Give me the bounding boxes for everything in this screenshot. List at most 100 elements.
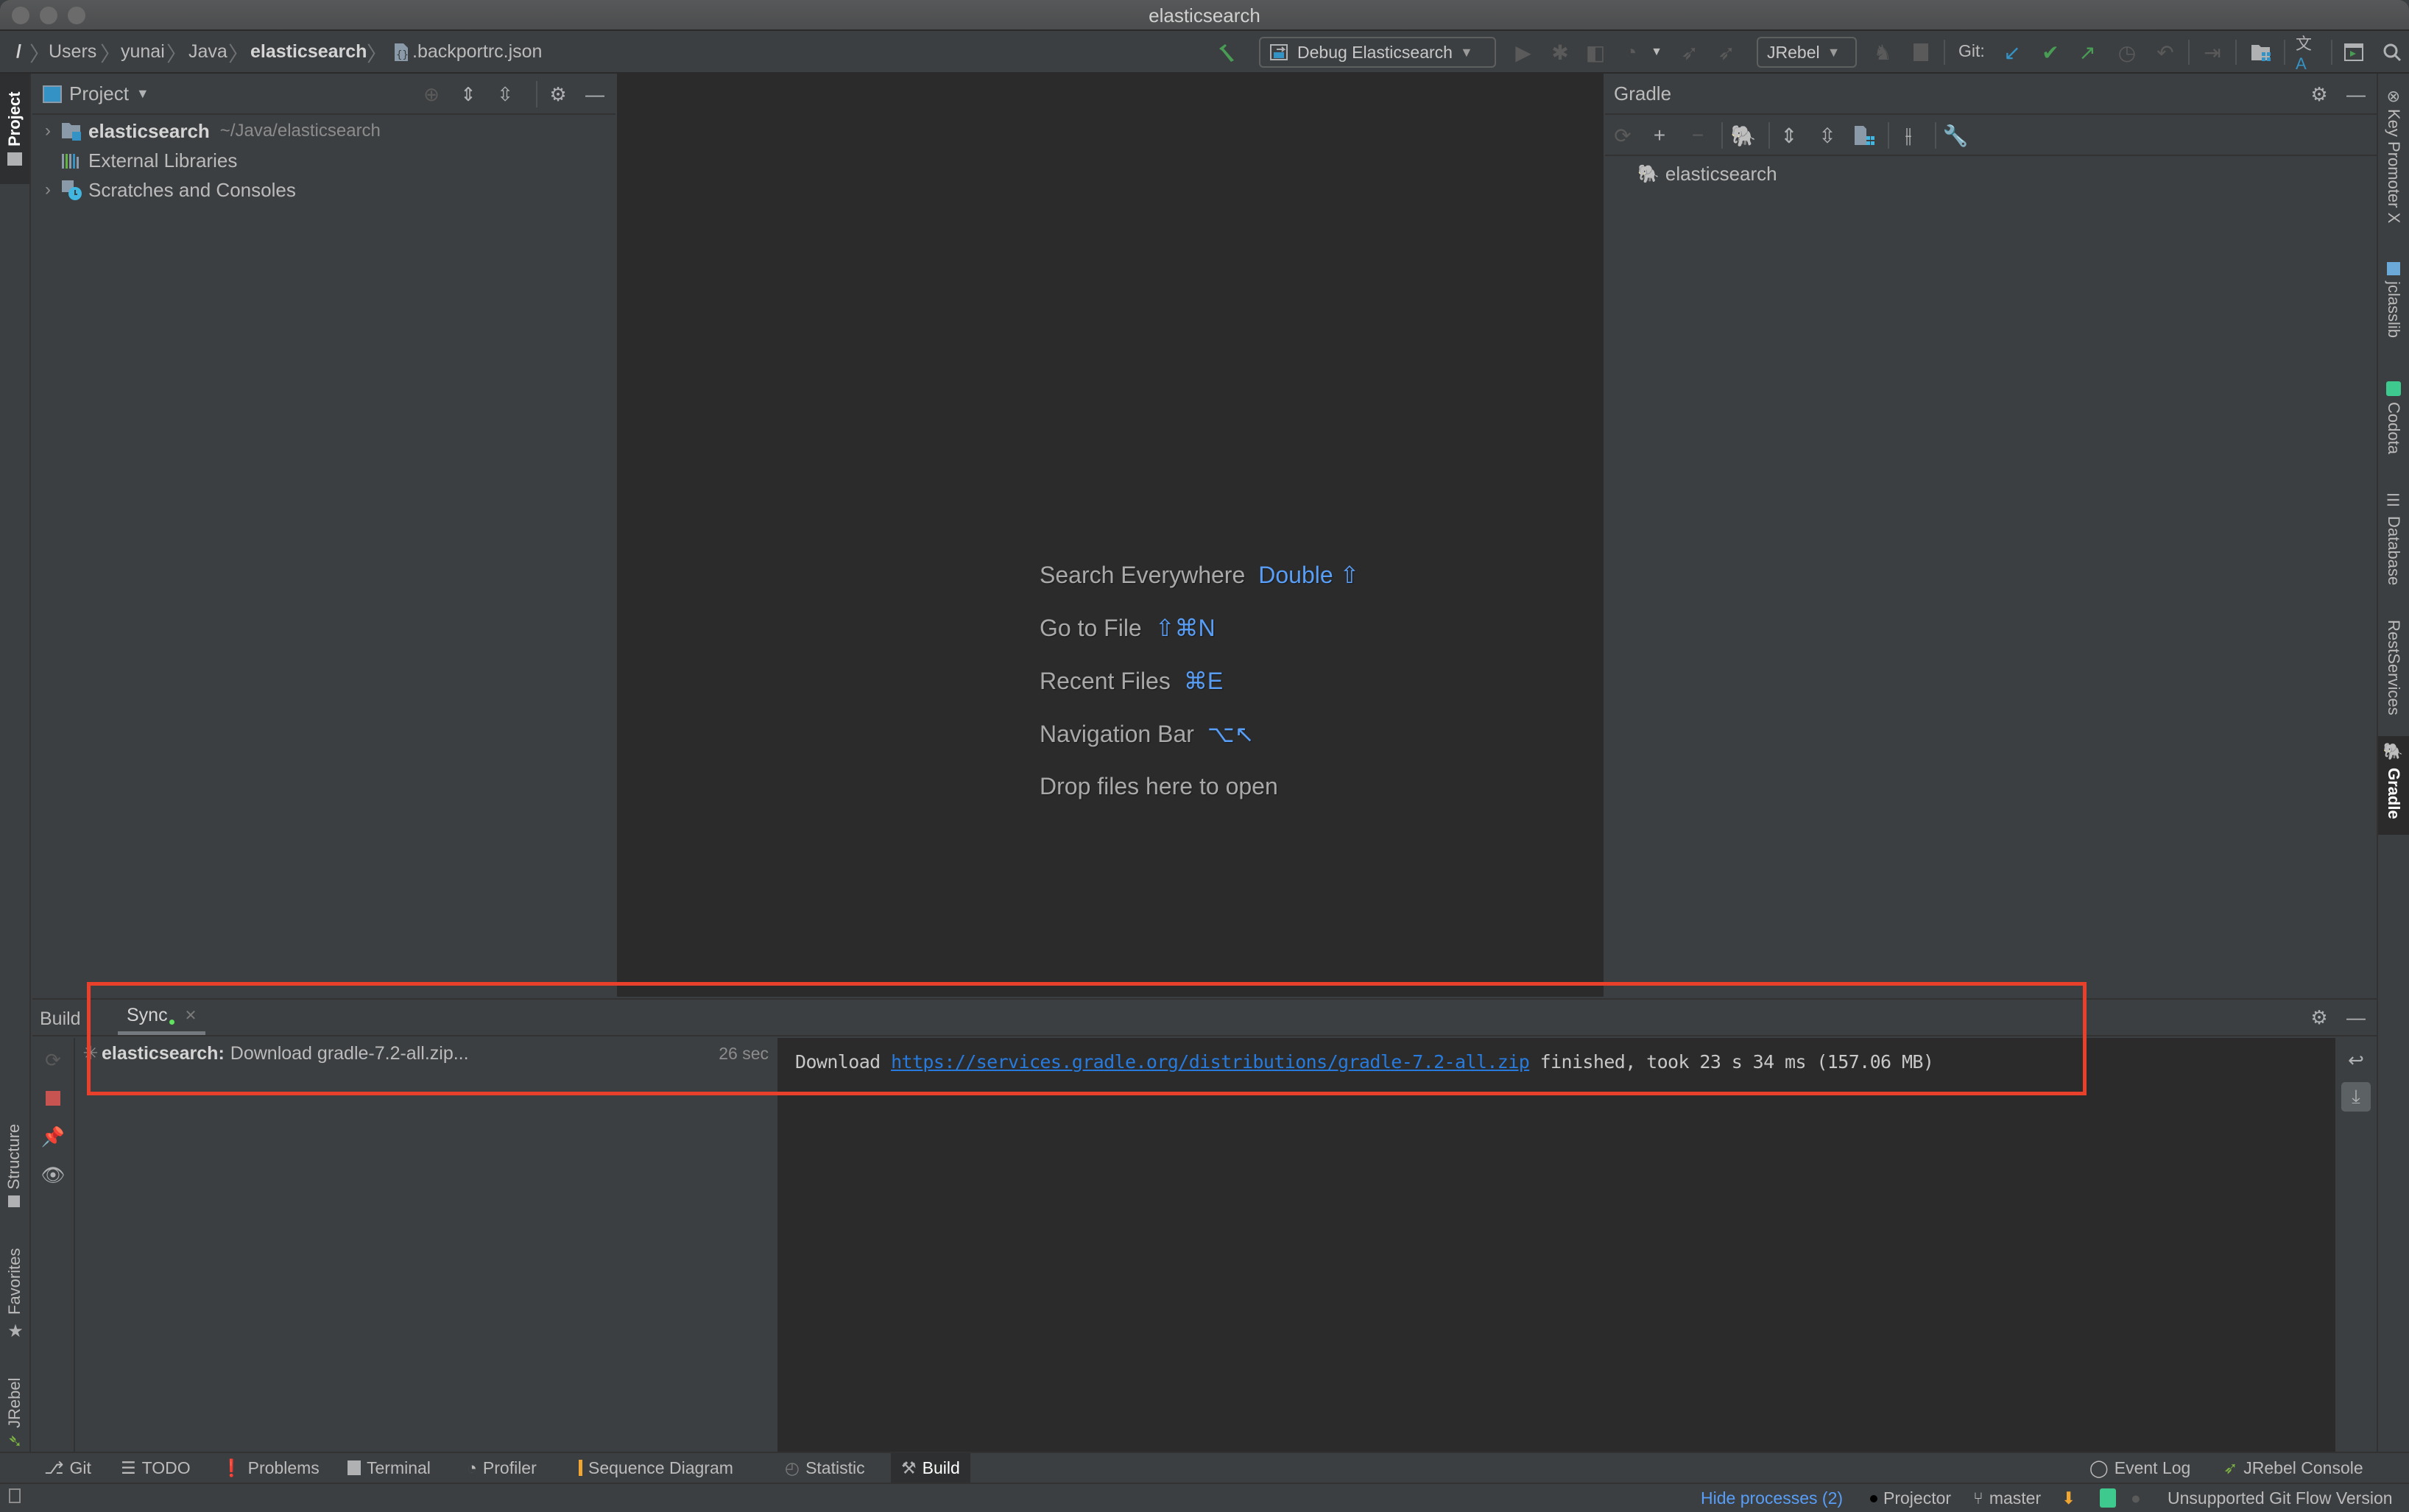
- expand-all-button[interactable]: ⇕: [456, 82, 480, 106]
- run-button[interactable]: ▶: [1511, 40, 1536, 65]
- toggle-tool-windows-button[interactable]: [9, 1488, 21, 1503]
- hide-panel-button[interactable]: —: [583, 82, 607, 106]
- breadcrumb-file[interactable]: {} .backportrc.json: [393, 41, 542, 63]
- build-console-output[interactable]: Download https://services.gradle.org/dis…: [777, 1038, 2372, 1453]
- add-gradle-project-button[interactable]: +: [1646, 122, 1673, 149]
- git-rollback-button[interactable]: ↶: [2153, 40, 2178, 65]
- jrebel-run-button[interactable]: ➶: [1677, 40, 1702, 65]
- reload-gradle-button[interactable]: ⟳: [1609, 122, 1636, 149]
- projector-status[interactable]: Projector: [1870, 1488, 1951, 1508]
- tool-tab-event-log[interactable]: ◯ Event Log: [2084, 1453, 2196, 1483]
- hide-panel-button[interactable]: —: [2344, 1006, 2368, 1029]
- editor-area[interactable]: Search Everywhere Double ⇧ Go to File ⇧⌘N …: [617, 74, 1604, 997]
- locate-file-button[interactable]: ⊕: [420, 82, 443, 106]
- stripe-tab-jrebel[interactable]: ➶ JRebel: [4, 1353, 25, 1449]
- git-history-button[interactable]: ◷: [2115, 40, 2140, 65]
- soft-wrap-button[interactable]: ↩: [2344, 1048, 2368, 1072]
- tool-tab-build[interactable]: ⚒ Build: [891, 1453, 970, 1483]
- gradle-tree-item-elasticsearch[interactable]: 🐘 elasticsearch: [1637, 159, 1777, 188]
- run-configuration-select[interactable]: Debug Elasticsearch ▼: [1259, 37, 1496, 68]
- view-options-button[interactable]: 👁: [40, 1163, 66, 1187]
- update-status-icon[interactable]: ⬇: [2061, 1488, 2075, 1508]
- stripe-tab-jclasslib[interactable]: jclasslib: [2384, 262, 2403, 365]
- execute-gradle-task-button[interactable]: 🐘: [1730, 122, 1757, 149]
- build-tree-row[interactable]: ✳ elasticsearch: Download gradle-7.2-all…: [75, 1039, 776, 1067]
- translate-button[interactable]: 文A: [2296, 35, 2321, 73]
- stripe-tab-restservices[interactable]: RestServices: [2384, 620, 2403, 730]
- coverage-button[interactable]: ◧: [1583, 40, 1608, 65]
- hide-panel-button[interactable]: —: [2344, 82, 2368, 106]
- gradle-settings-button[interactable]: ⚙: [2307, 82, 2331, 106]
- git-flow-warning-icon[interactable]: ●: [2131, 1488, 2141, 1508]
- soft-wrap-icon: ↩: [2348, 1048, 2364, 1071]
- jrebel-debug-button[interactable]: ➶: [1714, 40, 1739, 65]
- analyze-dependencies-button[interactable]: [1851, 122, 1877, 149]
- git-flow-status[interactable]: Unsupported Git Flow Version: [2168, 1488, 2393, 1508]
- tool-tab-terminal[interactable]: Terminal: [342, 1453, 437, 1483]
- project-settings-button[interactable]: ⚙: [546, 82, 570, 106]
- run-anything-button[interactable]: [2341, 40, 2366, 65]
- project-panel-title: Project: [69, 82, 129, 105]
- codota-status-icon[interactable]: [2100, 1488, 2116, 1508]
- git-update-button[interactable]: ↙: [2000, 40, 2025, 65]
- jrebel-select[interactable]: JRebel ▼: [1757, 37, 1857, 68]
- tool-tab-statistic[interactable]: ◴ Statistic: [779, 1453, 871, 1483]
- debug-button[interactable]: ✱: [1548, 40, 1573, 65]
- stripe-tab-database[interactable]: ☰ Database: [2384, 492, 2403, 602]
- tab-sync[interactable]: Sync ✕: [118, 1000, 206, 1035]
- profile-button[interactable]: ◔: [1618, 40, 1643, 65]
- tool-tab-sequence-diagram[interactable]: Sequence Diagram: [573, 1453, 739, 1483]
- hide-processes-link[interactable]: Hide processes (2): [1701, 1488, 1843, 1508]
- build-tool-settings-button[interactable]: 🔧: [1942, 122, 1969, 149]
- project-view-select[interactable]: Project ▼: [43, 82, 149, 105]
- tool-tab-problems[interactable]: ❗ Problems: [215, 1453, 325, 1483]
- tool-tab-git[interactable]: ⎇ Git: [38, 1453, 97, 1483]
- download-link[interactable]: https://services.gradle.org/distribution…: [891, 1051, 1530, 1073]
- scroll-to-end-button[interactable]: ⤓: [2341, 1082, 2371, 1112]
- stripe-tab-key-promoter-x[interactable]: ⊗ Key Promoter X: [2384, 90, 2403, 237]
- stripe-tab-codota[interactable]: Codota: [2384, 381, 2403, 477]
- tree-item-external-libraries[interactable]: External Libraries: [37, 146, 237, 175]
- eye-icon: 👁: [40, 1163, 66, 1186]
- tool-tab-todo[interactable]: ☰ TODO: [115, 1453, 197, 1483]
- git-commit-button[interactable]: ✔: [2038, 40, 2063, 65]
- stripe-tab-project[interactable]: Project: [0, 74, 29, 184]
- toggle-offline-mode-button[interactable]: ⫲: [1895, 122, 1922, 149]
- expand-all-button[interactable]: ⇕: [1776, 122, 1802, 149]
- breadcrumb-elasticsearch[interactable]: elasticsearch: [250, 41, 367, 63]
- minus-icon: −: [1691, 124, 1704, 146]
- build-project-button[interactable]: [1215, 40, 1240, 65]
- tree-item-elasticsearch[interactable]: › elasticsearch ~/Java/elasticsearch: [37, 116, 381, 146]
- breadcrumb-root[interactable]: /: [16, 41, 21, 63]
- stripe-tab-gradle[interactable]: 🐘 Gradle: [2378, 736, 2409, 835]
- tree-item-name: elasticsearch: [88, 119, 210, 142]
- remove-gradle-project-button[interactable]: −: [1685, 122, 1711, 149]
- stripe-tab-structure[interactable]: Structure: [4, 1104, 24, 1207]
- shortcut: ⌘E: [1183, 668, 1224, 694]
- close-tab-icon[interactable]: ✕: [185, 1006, 197, 1025]
- attach-jrebel-button[interactable]: ♞: [1870, 40, 1895, 65]
- breadcrumb-yunai[interactable]: yunai: [121, 41, 165, 63]
- build-settings-button[interactable]: ⚙: [2307, 1006, 2331, 1029]
- diff-icon: ⇥: [2204, 40, 2221, 64]
- tool-tab-profiler[interactable]: ◔ Profiler: [461, 1453, 543, 1483]
- collapse-all-button[interactable]: ⇳: [493, 82, 517, 106]
- search-everywhere-button[interactable]: [2380, 40, 2405, 65]
- git-branch-widget[interactable]: ⑂ master: [1973, 1488, 2041, 1508]
- more-run-options-button[interactable]: ▼: [1649, 40, 1664, 65]
- rerun-button[interactable]: ⟳: [41, 1048, 65, 1072]
- stripe-tab-favorites[interactable]: ★ Favorites: [4, 1231, 25, 1341]
- stripe-tab-label: Codota: [2385, 402, 2403, 454]
- collapse-all-button[interactable]: ⇳: [1814, 122, 1841, 149]
- git-push-button[interactable]: ↗: [2075, 40, 2100, 65]
- breadcrumb-users[interactable]: Users: [49, 41, 96, 63]
- pin-tab-button[interactable]: 📌: [41, 1125, 65, 1148]
- project-structure-icon: [2251, 45, 2271, 61]
- show-diff-button[interactable]: ⇥: [2200, 40, 2225, 65]
- tool-tab-jrebel-console[interactable]: ➶ JRebel Console: [2218, 1453, 2369, 1483]
- tree-item-scratches[interactable]: › Scratches and Consoles: [37, 175, 296, 205]
- stop-button[interactable]: [1908, 40, 1933, 65]
- stop-build-button[interactable]: [41, 1087, 65, 1110]
- breadcrumb-java[interactable]: Java: [188, 41, 228, 63]
- project-structure-button[interactable]: [2248, 40, 2274, 65]
